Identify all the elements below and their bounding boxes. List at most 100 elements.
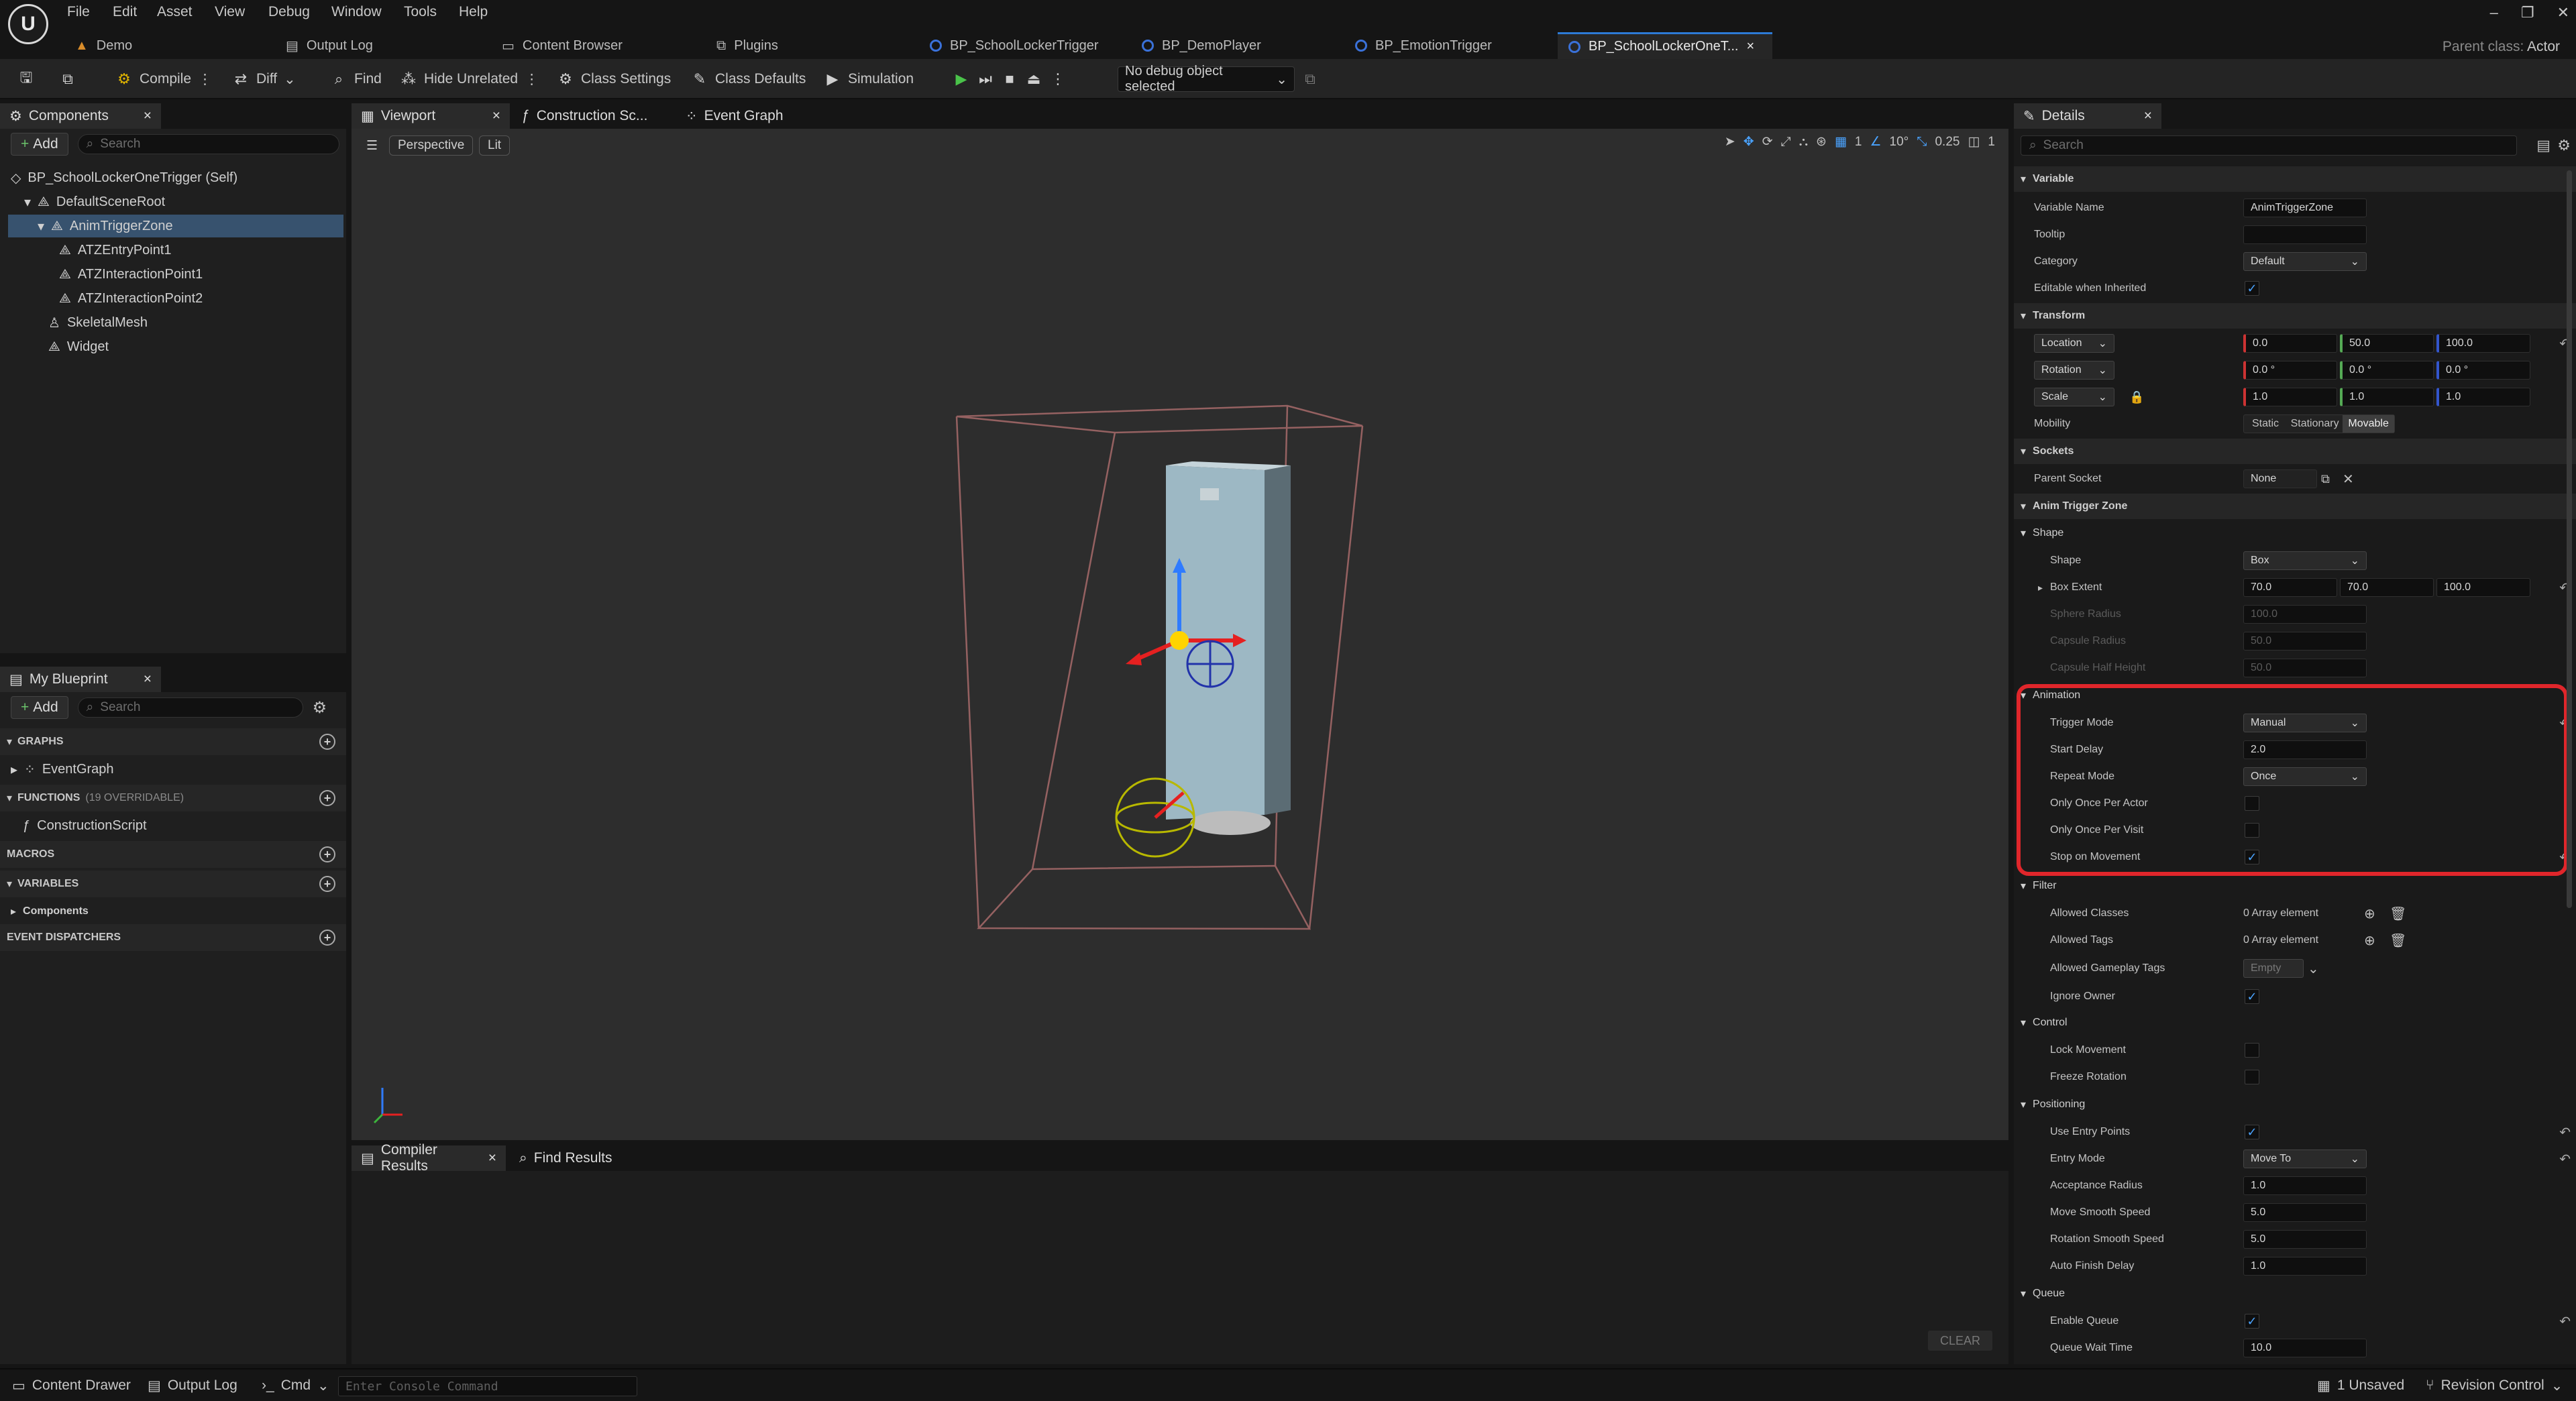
tab-bp-schoollockertrigger[interactable]: BP_SchoolLockerTrigger bbox=[919, 32, 1110, 59]
subcategory-positioning[interactable]: ▾ Positioning bbox=[2014, 1092, 2576, 1117]
rotation-y-input[interactable]: 0.0 ° bbox=[2340, 361, 2434, 380]
save-button[interactable]: 🖫 bbox=[13, 67, 39, 91]
location-y-input[interactable]: 50.0 bbox=[2340, 334, 2434, 353]
queue-wait-time-input[interactable]: 10.0 bbox=[2243, 1339, 2367, 1357]
component-atzinteractionpoint1[interactable]: ⟁ ATZInteractionPoint1 bbox=[59, 263, 203, 286]
editable-inherited-checkbox[interactable]: ✓ bbox=[2245, 281, 2259, 296]
component-atzinteractionpoint2[interactable]: ⟁ ATZInteractionPoint2 bbox=[59, 287, 203, 310]
tab-bp-emotiontrigger[interactable]: BP_EmotionTrigger bbox=[1344, 32, 1503, 59]
mobility-movable[interactable]: Movable bbox=[2343, 415, 2394, 433]
subcategory-animation[interactable]: ▾ Animation bbox=[2014, 683, 2576, 708]
move-smooth-speed-input[interactable]: 5.0 bbox=[2243, 1203, 2367, 1222]
output-log-button[interactable]: ▤ Output Log bbox=[144, 1374, 241, 1398]
shape-dropdown[interactable]: Box ⌄ bbox=[2243, 551, 2367, 570]
tab-content-browser[interactable]: ▭ Content Browser bbox=[491, 32, 633, 59]
close-panel-icon[interactable]: × bbox=[2144, 108, 2152, 124]
menu-tools[interactable]: Tools bbox=[398, 1, 442, 23]
details-search-input[interactable]: ⌕ Search bbox=[2021, 135, 2517, 156]
box-extent-x-input[interactable]: 70.0 bbox=[2243, 578, 2337, 597]
section-event-dispatchers[interactable]: EVENT DISPATCHERS + bbox=[0, 924, 346, 951]
expand-arrow-icon[interactable]: ▾ bbox=[38, 218, 44, 235]
gear-icon[interactable]: ⚙ bbox=[313, 698, 327, 718]
close-tab-icon[interactable]: × bbox=[488, 1150, 496, 1166]
rotation-z-input[interactable]: 0.0 ° bbox=[2436, 361, 2530, 380]
category-variable[interactable]: ▾ Variable bbox=[2014, 166, 2576, 192]
tab-output-log[interactable]: ▤ Output Log bbox=[275, 32, 384, 59]
viewport[interactable]: ☰ Perspective Lit ➤ ✥ ⟳ ⤢ ⛬ ⊛ ▦ 1 ∠ 10° ⤡ 0… bbox=[352, 129, 2008, 1140]
tab-find-results[interactable]: ⌕ Find Results bbox=[510, 1145, 644, 1171]
reset-arrow-icon[interactable]: ↶ bbox=[2559, 1151, 2571, 1168]
content-drawer-button[interactable]: ▭ Content Drawer bbox=[8, 1374, 135, 1398]
reset-arrow-icon[interactable]: ↶ bbox=[2559, 1124, 2571, 1141]
menu-asset[interactable]: Asset bbox=[152, 1, 198, 23]
mobility-static[interactable]: Static bbox=[2244, 415, 2287, 433]
hide-unrelated-button[interactable]: ⁂ Hide Unrelated ⋮ bbox=[396, 67, 543, 91]
clear-button[interactable]: CLEAR bbox=[1927, 1331, 1992, 1351]
step-icon[interactable]: ⏭ bbox=[977, 70, 994, 88]
more-options-icon[interactable]: ⋮ bbox=[1049, 70, 1067, 88]
start-delay-input[interactable]: 2.0 bbox=[2243, 740, 2367, 759]
acceptance-radius-input[interactable]: 1.0 bbox=[2243, 1176, 2367, 1195]
my-blueprint-search-input[interactable]: ⌕ Search bbox=[77, 697, 303, 718]
tab-details[interactable]: ✎ Details × bbox=[2014, 103, 2161, 129]
use-entry-points-checkbox[interactable]: ✓ bbox=[2245, 1125, 2259, 1139]
property-matrix-icon[interactable]: ▤ bbox=[2536, 137, 2551, 154]
add-macro-icon[interactable]: + bbox=[319, 846, 335, 862]
menu-view[interactable]: View bbox=[209, 1, 250, 23]
tab-bp-demoplayer[interactable]: BP_DemoPlayer bbox=[1131, 32, 1272, 59]
minimize-icon[interactable]: – bbox=[2490, 4, 2498, 21]
more-options-icon[interactable]: ⋮ bbox=[525, 71, 539, 88]
play-icon[interactable]: ▶ bbox=[953, 70, 970, 88]
lock-icon[interactable]: 🔒 bbox=[2129, 390, 2144, 404]
only-once-per-visit-checkbox[interactable] bbox=[2245, 823, 2259, 838]
diff-button[interactable]: ⇄ Diff ⌄ bbox=[228, 67, 300, 91]
menu-edit[interactable]: Edit bbox=[107, 1, 142, 23]
function-constructionscript[interactable]: ƒ ConstructionScript bbox=[23, 814, 147, 837]
more-options-icon[interactable]: ⋮ bbox=[198, 71, 212, 88]
location-x-input[interactable]: 0.0 bbox=[2243, 334, 2337, 353]
close-tab-icon[interactable]: × bbox=[1746, 39, 1754, 54]
repeat-mode-dropdown[interactable]: Once ⌄ bbox=[2243, 767, 2367, 786]
category-anim-trigger-zone[interactable]: ▾ Anim Trigger Zone bbox=[2014, 494, 2576, 519]
section-macros[interactable]: MACROS + bbox=[0, 841, 346, 868]
add-variable-icon[interactable]: + bbox=[319, 876, 335, 892]
rotation-smooth-speed-input[interactable]: 5.0 bbox=[2243, 1230, 2367, 1249]
scale-dropdown[interactable]: Scale ⌄ bbox=[2034, 388, 2114, 406]
scale-y-input[interactable]: 1.0 bbox=[2340, 388, 2434, 406]
component-widget[interactable]: ⟁ Widget bbox=[48, 335, 109, 358]
freeze-rotation-checkbox[interactable] bbox=[2245, 1070, 2259, 1084]
add-element-icon[interactable]: ⊕ bbox=[2364, 905, 2375, 922]
browse-button[interactable]: ⧉ bbox=[55, 67, 80, 91]
graph-eventgraph[interactable]: ▸ ⁘ EventGraph bbox=[11, 758, 114, 781]
expand-arrow-icon[interactable]: ▸ bbox=[2038, 582, 2043, 594]
revision-control-button[interactable]: ⑂ Revision Control ⌄ bbox=[2422, 1374, 2567, 1398]
details-scrollbar[interactable] bbox=[2567, 170, 2572, 908]
scale-x-input[interactable]: 1.0 bbox=[2243, 388, 2337, 406]
simulation-button[interactable]: ▶ Simulation bbox=[820, 67, 918, 91]
box-extent-y-input[interactable]: 70.0 bbox=[2340, 578, 2434, 597]
trash-icon[interactable]: 🗑 bbox=[2390, 932, 2406, 949]
component-defaultsceneroot[interactable]: ▾ ⟁ DefaultSceneRoot bbox=[24, 190, 165, 213]
close-tab-icon[interactable]: × bbox=[492, 108, 500, 124]
only-once-per-actor-checkbox[interactable] bbox=[2245, 796, 2259, 811]
stop-icon[interactable]: ■ bbox=[1001, 70, 1018, 88]
compile-button[interactable]: ⚙ Compile ⋮ bbox=[111, 67, 216, 91]
tab-compiler-results[interactable]: ▤ Compiler Results × bbox=[352, 1142, 506, 1174]
tab-event-graph[interactable]: ⁘ Event Graph bbox=[676, 103, 824, 129]
tab-components[interactable]: ⚙ Components × bbox=[0, 103, 161, 129]
add-component-button[interactable]: + Add bbox=[11, 133, 68, 156]
component-skeletalmesh[interactable]: ♙ SkeletalMesh bbox=[48, 311, 148, 334]
browse-socket-icon[interactable]: ⧉ bbox=[2321, 472, 2330, 486]
stop-on-movement-checkbox[interactable]: ✓ bbox=[2245, 850, 2259, 864]
auto-finish-delay-input[interactable]: 1.0 bbox=[2243, 1257, 2367, 1276]
component-animtriggerzone[interactable]: ▾ ⟁ AnimTriggerZone bbox=[8, 215, 343, 237]
console-command-input[interactable]: Enter Console Command bbox=[338, 1376, 637, 1396]
class-defaults-button[interactable]: ✎ Class Defaults bbox=[687, 67, 810, 91]
box-extent-z-input[interactable]: 100.0 bbox=[2436, 578, 2530, 597]
tab-bp-schoollockeronetrigger[interactable]: BP_SchoolLockerOneT... × bbox=[1558, 32, 1772, 59]
add-function-icon[interactable]: + bbox=[319, 790, 335, 806]
add-element-icon[interactable]: ⊕ bbox=[2364, 932, 2375, 949]
category-sockets[interactable]: ▾ Sockets bbox=[2014, 439, 2576, 464]
find-button[interactable]: ⌕ Find bbox=[326, 67, 386, 91]
components-search-input[interactable]: ⌕ Search bbox=[77, 134, 339, 154]
